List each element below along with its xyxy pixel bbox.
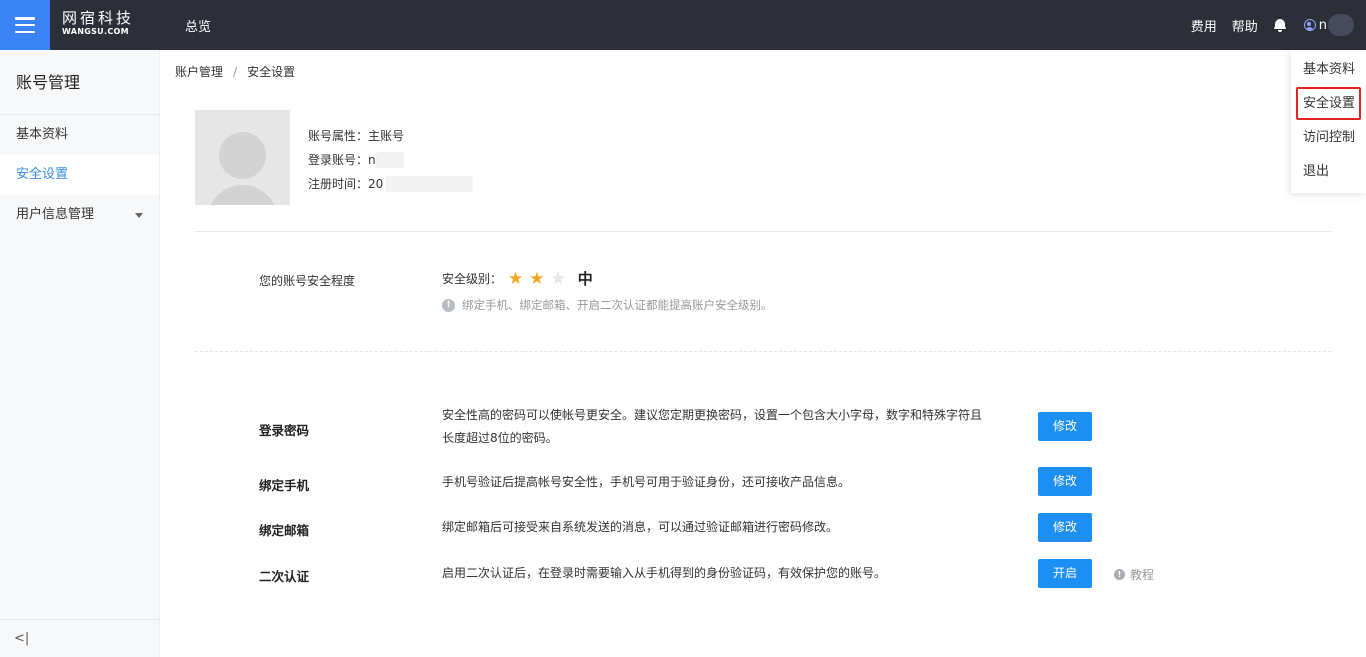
user-menu-trigger[interactable]: n <box>1303 14 1354 36</box>
breadcrumb: 账户管理 / 安全设置 <box>175 63 295 80</box>
sidebar-item-user-info-management[interactable]: 用户信息管理 <box>0 195 159 235</box>
sidebar: 账号管理 基本资料 安全设置 用户信息管理 <| <box>0 50 160 657</box>
user-name: n <box>1318 17 1327 33</box>
sidebar-item-security-settings[interactable]: 安全设置 <box>0 155 159 195</box>
avatar <box>195 110 290 205</box>
menu-toggle-button[interactable] <box>0 0 50 50</box>
registration-time-value: 20 <box>368 177 384 191</box>
setting-title-login-password: 登录密码 <box>259 423 310 438</box>
top-right-actions: 费用 帮助 n <box>1176 0 1354 50</box>
menu-item-logout[interactable]: 退出 <box>1291 157 1366 187</box>
security-hint: ! 绑定手机、绑定邮箱、开启二次认证都能提高账户安全级别。 <box>442 297 773 313</box>
menu-item-access-control[interactable]: 访问控制 <box>1291 123 1366 153</box>
sidebar-title: 账号管理 <box>0 50 159 115</box>
modify-password-button[interactable]: 修改 <box>1038 412 1092 441</box>
setting-title-bind-email: 绑定邮箱 <box>259 523 310 538</box>
account-type-row: 账号属性： 主账号 <box>308 124 473 148</box>
setting-title-bind-phone: 绑定手机 <box>259 478 310 493</box>
tutorial-link-text: 教程 <box>1130 568 1155 582</box>
info-icon: ! <box>1114 569 1125 580</box>
security-level: 安全级别： ★ ★ ★ 中 <box>442 268 593 289</box>
bell-icon[interactable] <box>1273 18 1286 32</box>
account-info: 账号属性： 主账号 登录账号： n 注册时间： 20 <box>308 124 474 196</box>
billing-link[interactable]: 费用 <box>1191 16 1217 35</box>
sidebar-item-label: 基本资料 <box>16 127 69 142</box>
nav-overview-link[interactable]: 总览 <box>185 16 211 35</box>
star-filled-icon: ★ <box>508 268 524 289</box>
sidebar-item-basic-info[interactable]: 基本资料 <box>0 115 159 155</box>
sidebar-item-label: 用户信息管理 <box>16 207 95 222</box>
user-name-redacted <box>1328 14 1354 36</box>
breadcrumb-item-account-management[interactable]: 账户管理 <box>175 65 223 79</box>
account-type-label: 账号属性： <box>308 129 369 143</box>
registration-time-row: 注册时间： 20 <box>308 172 474 196</box>
security-level-text: 中 <box>577 270 593 288</box>
sidebar-footer: <| <box>0 619 159 657</box>
enable-two-factor-button[interactable]: 开启 <box>1038 559 1092 588</box>
star-empty-icon: ★ <box>550 268 566 289</box>
modify-email-button[interactable]: 修改 <box>1038 513 1092 542</box>
registration-time-redacted <box>385 176 474 192</box>
menu-item-basic-info[interactable]: 基本资料 <box>1291 55 1366 85</box>
logo-chinese-text: 网宿科技 <box>62 9 135 27</box>
breadcrumb-item-security-settings: 安全设置 <box>247 65 296 79</box>
account-type-value: 主账号 <box>368 129 405 143</box>
login-account-label: 登录账号： <box>308 153 369 167</box>
registration-time-label: 注册时间： <box>308 177 369 191</box>
breadcrumb-separator: / <box>233 65 238 79</box>
tutorial-link[interactable]: ! 教程 <box>1114 566 1154 583</box>
caret-down-icon <box>135 213 143 218</box>
setting-title-two-factor: 二次认证 <box>259 569 310 584</box>
menu-icon <box>15 17 35 33</box>
login-account-value: n <box>368 153 376 167</box>
help-link[interactable]: 帮助 <box>1232 16 1258 35</box>
setting-desc-login-password: 安全性高的密码可以使帐号更安全。建议您定期更换密码，设置一个包含大小字母，数字和… <box>442 408 983 445</box>
user-icon <box>1303 19 1316 31</box>
modify-phone-button[interactable]: 修改 <box>1038 467 1092 496</box>
star-filled-icon: ★ <box>529 268 545 289</box>
top-bar: 网宿科技 WANGSU.COM 总览 费用 帮助 n <box>0 0 1366 50</box>
logo-english-text: WANGSU.COM <box>62 27 129 36</box>
setting-desc-bind-email: 绑定邮箱后可接受来自系统发送的消息，可以通过验证邮箱进行密码修改。 <box>442 520 839 534</box>
menu-item-security-settings[interactable]: 安全设置 <box>1291 89 1366 119</box>
info-icon: ! <box>442 298 455 312</box>
security-level-section-label: 您的账号安全程度 <box>259 274 356 288</box>
brand-logo[interactable]: 网宿科技 WANGSU.COM <box>62 10 134 37</box>
setting-desc-two-factor: 启用二次认证后，在登录时需要输入从手机得到的身份验证码，有效保护您的账号。 <box>442 566 887 580</box>
sidebar-item-label: 安全设置 <box>16 167 69 182</box>
user-dropdown-menu: 基本资料 安全设置 访问控制 退出 <box>1291 50 1366 193</box>
login-account-row: 登录账号： n <box>308 148 473 172</box>
login-account-redacted <box>375 152 404 168</box>
setting-desc-bind-phone: 手机号验证后提高帐号安全性，手机号可用于验证身份，还可接收产品信息。 <box>442 475 851 489</box>
section-divider-dashed <box>195 351 1331 352</box>
section-divider <box>195 231 1331 232</box>
security-level-label: 安全级别： <box>442 272 503 286</box>
collapse-sidebar-icon[interactable]: <| <box>14 632 29 646</box>
security-hint-text: 绑定手机、绑定邮箱、开启二次认证都能提高账户安全级别。 <box>462 298 773 312</box>
